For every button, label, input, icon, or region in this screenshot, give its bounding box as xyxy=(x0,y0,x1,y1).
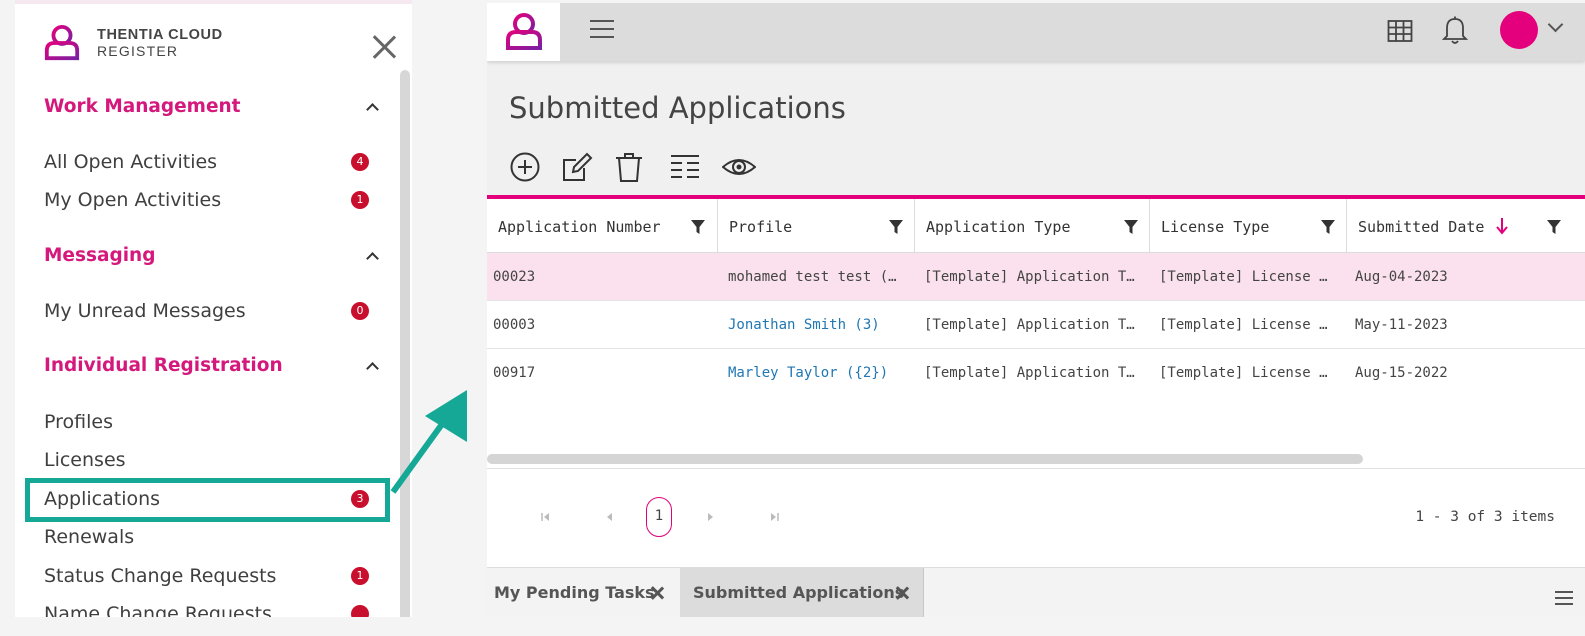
table-row[interactable]: 00003 Jonathan Smith (3) [Template] Appl… xyxy=(487,301,1585,349)
column-header-application-type[interactable]: Application Type xyxy=(915,199,1150,253)
cell-application-number: 00023 xyxy=(493,269,536,285)
add-icon[interactable] xyxy=(508,150,542,184)
brand-logo: THENTIA CLOUD REGISTER xyxy=(43,24,223,62)
table-horizontal-scrollbar[interactable] xyxy=(487,454,1363,464)
page-title: Submitted Applications xyxy=(509,91,846,125)
sidebar-item-all-open-activities[interactable]: All Open Activities xyxy=(44,151,217,173)
sidebar-item-licenses[interactable]: Licenses xyxy=(44,449,126,471)
filter-icon[interactable] xyxy=(1124,219,1138,235)
sidebar-item-my-open-activities[interactable]: My Open Activities xyxy=(44,189,221,211)
column-header-profile[interactable]: Profile xyxy=(718,199,915,253)
sidebar-item-profiles[interactable]: Profiles xyxy=(44,411,113,433)
first-page-icon[interactable] xyxy=(540,511,552,523)
filter-icon[interactable] xyxy=(1547,219,1561,235)
sidebar-item-renewals[interactable]: Renewals xyxy=(44,526,134,548)
last-page-icon[interactable] xyxy=(768,511,780,523)
bottom-tab-bar: My Pending Tasks Submitted Applications xyxy=(487,567,1585,617)
sidebar-item-my-unread-messages[interactable]: My Unread Messages xyxy=(44,300,246,322)
annotation-arrow-icon xyxy=(390,390,467,494)
sort-descending-icon[interactable] xyxy=(1496,217,1508,235)
column-header-label: Profile xyxy=(729,218,793,236)
sidebar-item-status-change-requests[interactable]: Status Change Requests xyxy=(44,565,276,587)
pager-info: 1 - 3 of 3 items xyxy=(1415,509,1555,525)
profile-link[interactable]: Marley Taylor ({2}) xyxy=(728,349,908,397)
cell-license-type: [Template] License … xyxy=(1159,365,1328,381)
cell-application-type: [Template] Application T… xyxy=(924,365,1135,381)
cell-application-type: [Template] Application T… xyxy=(924,317,1135,333)
column-header-label: License Type xyxy=(1161,218,1270,236)
sidebar-nav: Work Management All Open Activities 4 My… xyxy=(15,70,400,617)
count-badge: 4 xyxy=(351,153,369,171)
sidebar-scrollbar[interactable] xyxy=(400,70,410,617)
tab-label: My Pending Tasks xyxy=(494,583,655,602)
delete-icon[interactable] xyxy=(612,150,646,184)
cell-application-number: 00917 xyxy=(493,365,536,381)
home-logo[interactable] xyxy=(487,3,560,61)
tab-submitted-applications[interactable]: Submitted Applications xyxy=(680,568,924,617)
close-tab-icon[interactable] xyxy=(650,586,664,600)
applications-table: Application Number Profile Application T… xyxy=(487,195,1585,567)
count-badge: 1 xyxy=(351,191,369,209)
main-panel: Submitted Applications Application Numbe… xyxy=(487,3,1585,617)
count-badge xyxy=(351,605,369,617)
chevron-up-icon[interactable] xyxy=(366,250,378,262)
cell-application-number: 00003 xyxy=(493,317,536,333)
user-avatar[interactable] xyxy=(1500,11,1538,49)
section-individual-registration[interactable]: Individual Registration xyxy=(44,355,283,376)
column-header-submitted-date[interactable]: Submitted Date xyxy=(1347,199,1585,253)
applications-highlight xyxy=(25,478,390,522)
filter-icon[interactable] xyxy=(889,219,903,235)
table-row[interactable]: 00917 Marley Taylor ({2}) [Template] App… xyxy=(487,349,1585,397)
cell-license-type: [Template] License … xyxy=(1159,317,1328,333)
section-messaging[interactable]: Messaging xyxy=(44,245,155,266)
close-sidebar-icon[interactable] xyxy=(371,34,397,60)
cell-application-type: [Template] Application T… xyxy=(924,269,1135,285)
sidebar-item-name-change-requests[interactable]: Name Change Requests xyxy=(44,603,272,617)
top-bar xyxy=(487,3,1585,61)
table-row[interactable]: 00023 mohamed test test (… [Template] Ap… xyxy=(487,253,1585,301)
column-header-label: Application Number xyxy=(498,218,661,236)
chevron-up-icon[interactable] xyxy=(366,101,378,113)
cell-profile: mohamed test test (… xyxy=(728,269,897,285)
cell-submitted-date: Aug-15-2022 xyxy=(1355,365,1448,381)
cell-submitted-date: Aug-04-2023 xyxy=(1355,269,1448,285)
apps-grid-icon[interactable] xyxy=(1387,18,1413,44)
edit-icon[interactable] xyxy=(560,150,594,184)
profile-link[interactable]: Jonathan Smith (3) xyxy=(728,301,908,349)
sidebar: THENTIA CLOUD REGISTER Work Management A… xyxy=(15,0,412,617)
cell-submitted-date: May-11-2023 xyxy=(1355,317,1448,333)
previous-page-icon[interactable] xyxy=(604,511,616,523)
column-header-label: Submitted Date xyxy=(1358,218,1485,236)
view-icon[interactable] xyxy=(722,150,756,184)
columns-icon[interactable] xyxy=(668,150,702,184)
thentia-logo-icon xyxy=(44,24,80,61)
next-page-icon[interactable] xyxy=(704,511,716,523)
pager-divider xyxy=(487,468,1585,469)
tab-label: Submitted Applications xyxy=(693,583,905,602)
hamburger-menu-icon[interactable] xyxy=(590,20,614,40)
close-tab-icon[interactable] xyxy=(895,586,909,600)
thentia-logo-icon xyxy=(505,13,542,50)
count-badge: 0 xyxy=(351,302,369,320)
chevron-down-icon[interactable] xyxy=(1548,19,1562,33)
filter-icon[interactable] xyxy=(691,219,705,235)
cell-license-type: [Template] License … xyxy=(1159,269,1328,285)
notification-bell-icon[interactable] xyxy=(1442,16,1468,46)
column-header-application-number[interactable]: Application Number xyxy=(487,199,718,253)
brand-name: THENTIA CLOUD xyxy=(97,27,223,43)
filter-icon[interactable] xyxy=(1321,219,1335,235)
count-badge: 1 xyxy=(351,567,369,585)
chevron-up-icon[interactable] xyxy=(366,360,378,372)
section-work-management[interactable]: Work Management xyxy=(44,96,241,117)
tab-menu-icon[interactable] xyxy=(1555,591,1573,605)
column-header-label: Application Type xyxy=(926,218,1071,236)
column-header-license-type[interactable]: License Type xyxy=(1150,199,1347,253)
brand-subtitle: REGISTER xyxy=(97,43,179,59)
table-header: Application Number Profile Application T… xyxy=(487,199,1585,253)
sidebar-top-divider xyxy=(15,0,412,4)
page-number-button[interactable]: 1 xyxy=(646,497,672,537)
